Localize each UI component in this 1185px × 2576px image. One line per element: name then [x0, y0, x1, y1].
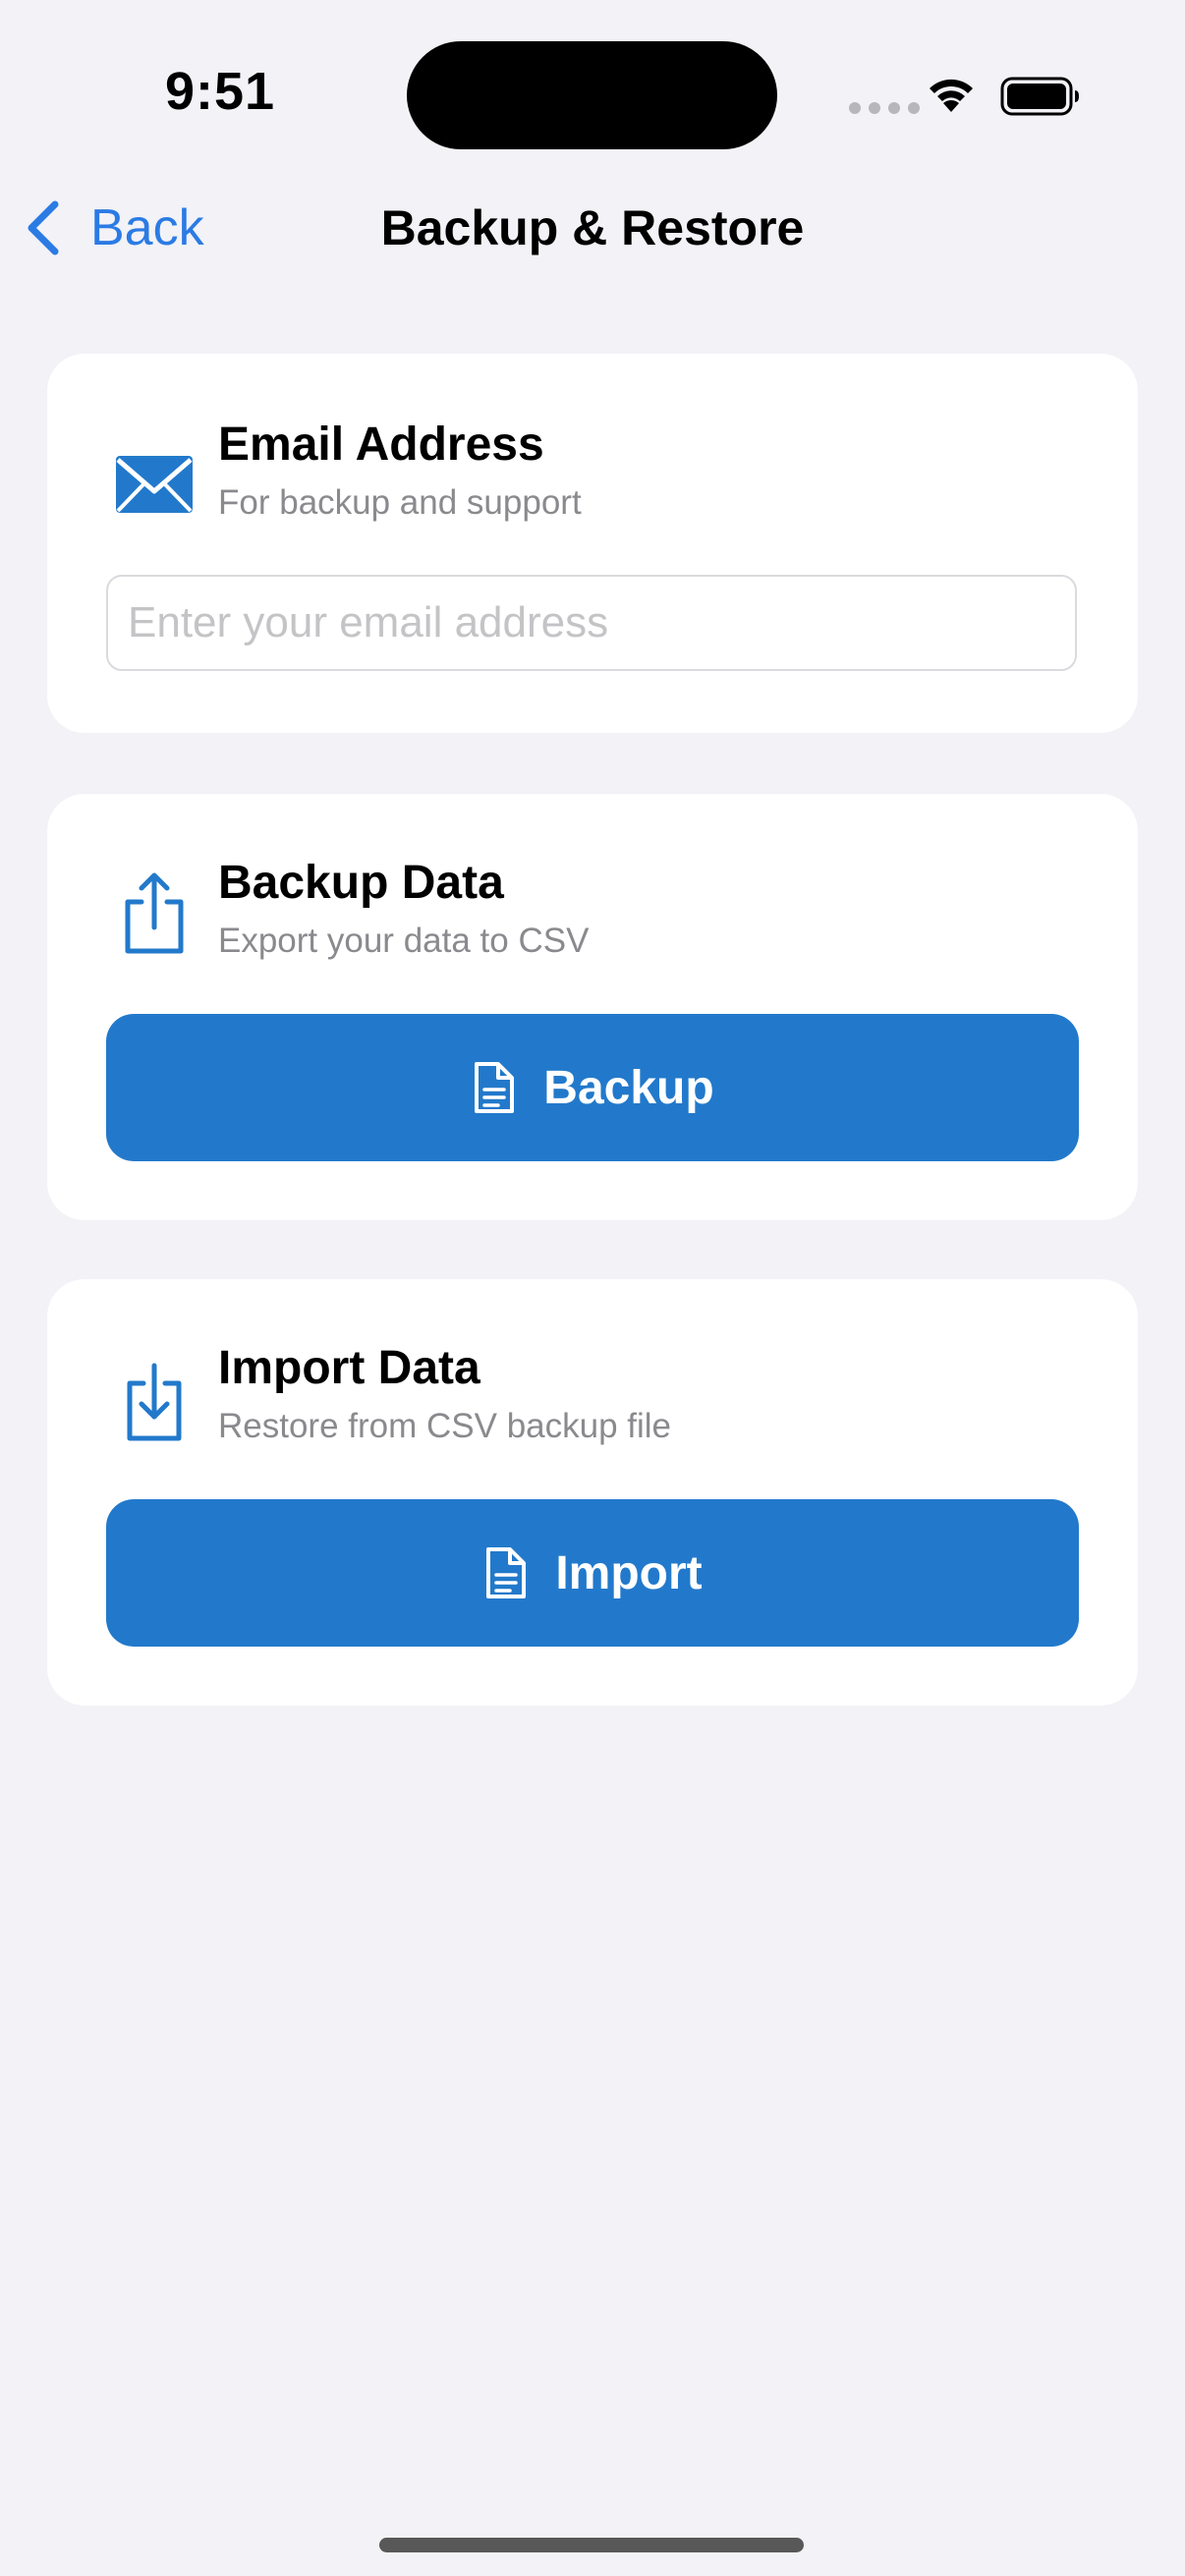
import-card: Import Data Restore from CSV backup file… [47, 1279, 1138, 1706]
document-icon [475, 1062, 515, 1113]
page-title: Backup & Restore [380, 200, 805, 255]
email-subtitle: For backup and support [218, 483, 582, 522]
backup-button[interactable]: Backup [106, 1014, 1079, 1161]
import-title: Import Data [218, 1342, 480, 1394]
email-title: Email Address [218, 419, 544, 471]
status-bar: 9:51 [0, 0, 1185, 187]
import-subtitle: Restore from CSV backup file [218, 1407, 672, 1445]
backup-subtitle: Export your data to CSV [218, 922, 590, 960]
download-tray-icon [127, 1363, 182, 1441]
share-upload-icon [125, 872, 184, 954]
wifi-icon [930, 79, 973, 112]
backup-card: Backup Data Export your data to CSV Back… [47, 794, 1138, 1220]
envelope-icon [116, 456, 193, 513]
cellular-signal-icon [849, 102, 920, 114]
document-icon [486, 1547, 527, 1598]
status-time: 9:51 [165, 62, 276, 121]
home-indicator[interactable] [379, 2538, 804, 2552]
email-input[interactable] [106, 575, 1077, 671]
email-card: Email Address For backup and support [47, 354, 1138, 733]
import-button[interactable]: Import [106, 1499, 1079, 1647]
backup-button-label: Backup [543, 1061, 714, 1114]
backup-title: Backup Data [218, 857, 504, 909]
battery-icon [1000, 77, 1079, 116]
import-button-label: Import [555, 1546, 703, 1599]
dynamic-island [407, 41, 777, 149]
